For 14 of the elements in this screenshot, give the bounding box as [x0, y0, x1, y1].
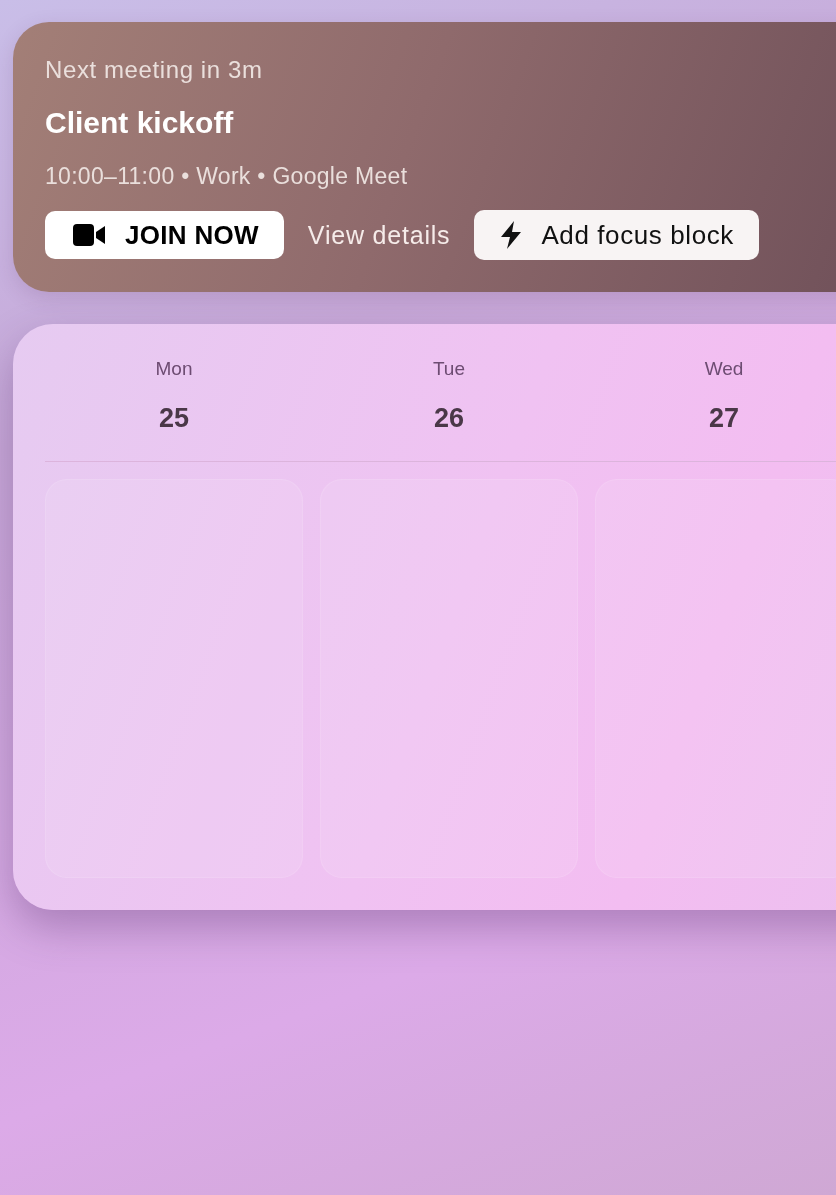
meeting-details: 10:00–11:00 • Work • Google Meet — [45, 162, 408, 191]
weekday-label: Wed — [704, 357, 744, 381]
weekday-label: Tue — [432, 357, 465, 381]
view-details-link[interactable]: View details — [307, 220, 451, 250]
add-focus-block-button[interactable]: Add focus block — [474, 210, 759, 260]
countdown-text: Next meeting in 3m — [45, 55, 263, 85]
weekday-label: Mon — [155, 357, 193, 381]
meeting-title: Client kickoff — [45, 105, 234, 141]
date-number: 25 — [158, 402, 189, 435]
lightning-bolt-icon — [501, 221, 522, 249]
join-button[interactable]: JOIN NOW — [45, 211, 284, 259]
date-number: 26 — [433, 402, 464, 435]
video-camera-icon — [73, 224, 105, 246]
date-number: 27 — [708, 402, 739, 435]
